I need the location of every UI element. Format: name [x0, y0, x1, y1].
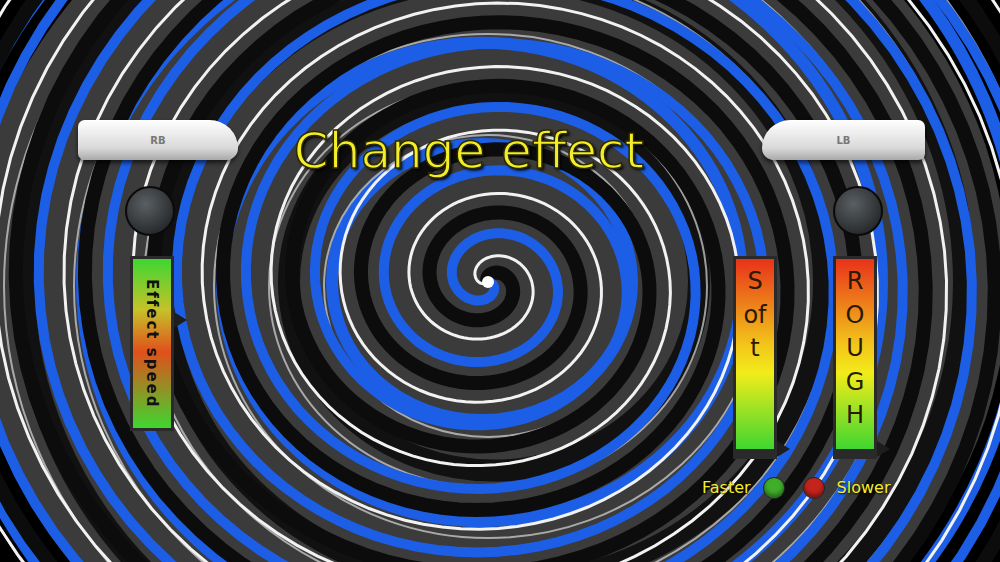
speed-pointer-icon[interactable]	[174, 312, 187, 328]
speed-button-icon[interactable]	[803, 477, 825, 499]
right-controls: LB Soft ROUGH Faster Slower	[700, 120, 925, 562]
left-stick-icon[interactable]	[125, 186, 175, 236]
speed-controls: Faster Slower	[702, 477, 925, 499]
speed-label: Faster	[702, 478, 751, 497]
lb-button[interactable]: LB	[762, 120, 925, 160]
intensity-pointer-icon[interactable]	[877, 441, 890, 457]
speed-button-icon[interactable]	[763, 477, 785, 499]
intensity-label: Soft	[743, 265, 767, 433]
speed-label: Slower	[837, 478, 891, 497]
effect-speed-label: Effect speed	[143, 275, 161, 413]
right-stick-icon[interactable]	[833, 186, 883, 236]
intensity-label: ROUGH	[843, 265, 867, 433]
intensity-meter[interactable]: ROUGH	[833, 256, 877, 459]
intensity-pointer-icon[interactable]	[777, 441, 790, 457]
left-controls: RB Effect speed	[78, 120, 238, 562]
game-screen: RB Effect speed Change effect LB Soft RO…	[0, 0, 1000, 562]
effect-speed-meter[interactable]: Effect speed	[130, 256, 174, 431]
screen-title: Change effect	[294, 122, 644, 562]
rb-button[interactable]: RB	[78, 120, 238, 160]
intensity-meter[interactable]: Soft	[733, 256, 777, 459]
